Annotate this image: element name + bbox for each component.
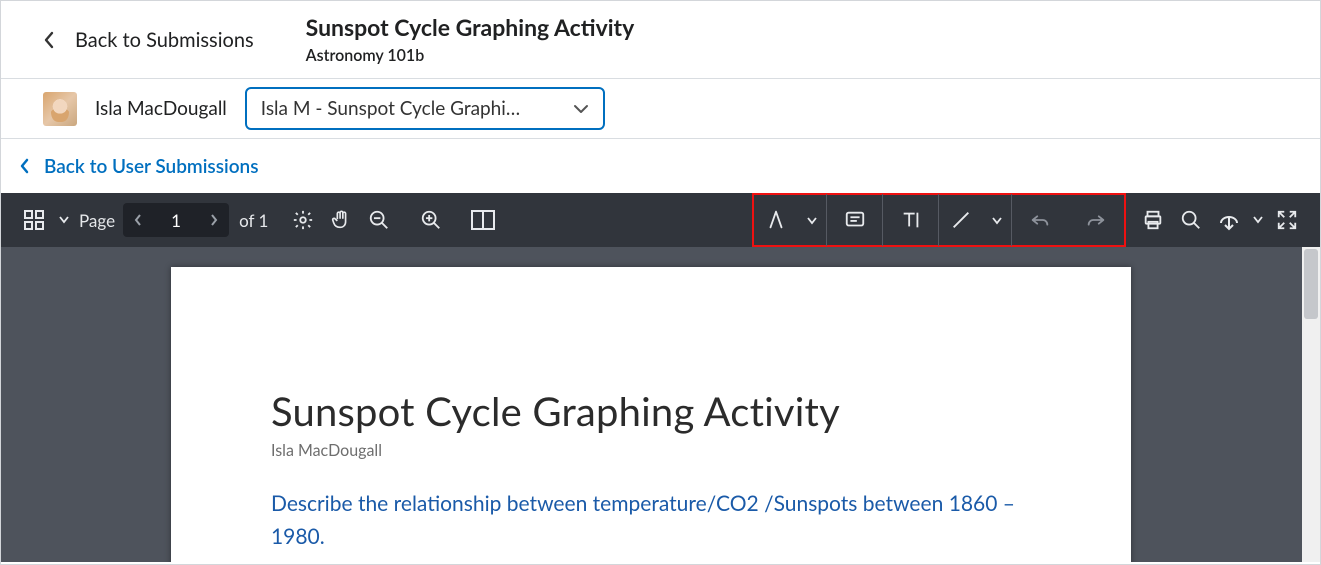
- student-row: Isla MacDougall Isla M - Sunspot Cycle G…: [1, 79, 1320, 139]
- document-title: Sunspot Cycle Graphing Activity: [271, 387, 1031, 435]
- settings-button[interactable]: [284, 201, 322, 239]
- document-viewer: Page 1 of 1: [1, 193, 1320, 562]
- zoom-in-button[interactable]: [412, 201, 450, 239]
- document-body: Describe the relationship between temper…: [271, 488, 1031, 553]
- draw-tool-dropdown[interactable]: [798, 195, 826, 247]
- text-tool-button[interactable]: [883, 194, 939, 246]
- document-page: Sunspot Cycle Graphing Activity Isla Mac…: [171, 267, 1131, 562]
- scrollbar-thumb[interactable]: [1304, 249, 1318, 319]
- draw-tool-group: [754, 194, 827, 246]
- assignment-header: Back to Submissions Sunspot Cycle Graphi…: [1, 1, 1320, 79]
- view-layout-button[interactable]: [15, 201, 53, 239]
- back-to-user-submissions-label: Back to User Submissions: [44, 155, 259, 178]
- search-button[interactable]: [1172, 201, 1210, 239]
- course-name: Astronomy 101b: [306, 46, 635, 65]
- draw-tool-button[interactable]: [754, 194, 798, 246]
- assignment-title: Sunspot Cycle Graphing Activity: [306, 14, 635, 42]
- back-to-submissions-button[interactable]: Back to Submissions: [43, 28, 254, 52]
- breadcrumb-row: Back to User Submissions: [1, 139, 1320, 193]
- page-prev-button[interactable]: [123, 203, 153, 237]
- download-button[interactable]: [1210, 201, 1248, 239]
- line-tool-group: [939, 194, 1012, 246]
- back-to-submissions-label: Back to Submissions: [75, 28, 254, 52]
- download-dropdown[interactable]: [1248, 201, 1268, 239]
- zoom-out-button[interactable]: [360, 201, 398, 239]
- print-button[interactable]: [1134, 201, 1172, 239]
- chevron-down-icon: [573, 104, 589, 114]
- submission-select[interactable]: Isla M - Sunspot Cycle Graphi…: [245, 87, 605, 130]
- page-layout-button[interactable]: [464, 201, 502, 239]
- pan-tool-button[interactable]: [322, 201, 360, 239]
- assignment-title-block: Sunspot Cycle Graphing Activity Astronom…: [306, 14, 635, 65]
- document-author: Isla MacDougall: [271, 441, 1031, 460]
- fullscreen-button[interactable]: [1268, 201, 1306, 239]
- line-tool-button[interactable]: [939, 194, 983, 246]
- back-to-user-submissions-button[interactable]: Back to User Submissions: [19, 155, 259, 178]
- student-name: Isla MacDougall: [95, 97, 227, 120]
- line-tool-dropdown[interactable]: [983, 195, 1011, 247]
- scrollbar[interactable]: [1302, 247, 1320, 562]
- page-current-input[interactable]: 1: [153, 210, 199, 231]
- undo-button[interactable]: [1012, 194, 1068, 246]
- chevron-left-icon: [19, 158, 30, 174]
- redo-button[interactable]: [1068, 194, 1124, 246]
- page-label: Page: [79, 210, 115, 231]
- viewer-toolbar: Page 1 of 1: [1, 193, 1320, 247]
- note-tool-button[interactable]: [827, 194, 883, 246]
- page-navigator: 1: [123, 203, 229, 237]
- document-area[interactable]: Sunspot Cycle Graphing Activity Isla Mac…: [1, 247, 1320, 562]
- annotation-tools-group: [752, 193, 1126, 247]
- avatar: [43, 92, 77, 126]
- chevron-left-icon: [43, 31, 55, 49]
- page-of-label: of 1: [239, 210, 268, 231]
- submission-select-label: Isla M - Sunspot Cycle Graphi…: [261, 97, 520, 120]
- view-layout-dropdown[interactable]: [53, 201, 75, 239]
- page-next-button[interactable]: [199, 203, 229, 237]
